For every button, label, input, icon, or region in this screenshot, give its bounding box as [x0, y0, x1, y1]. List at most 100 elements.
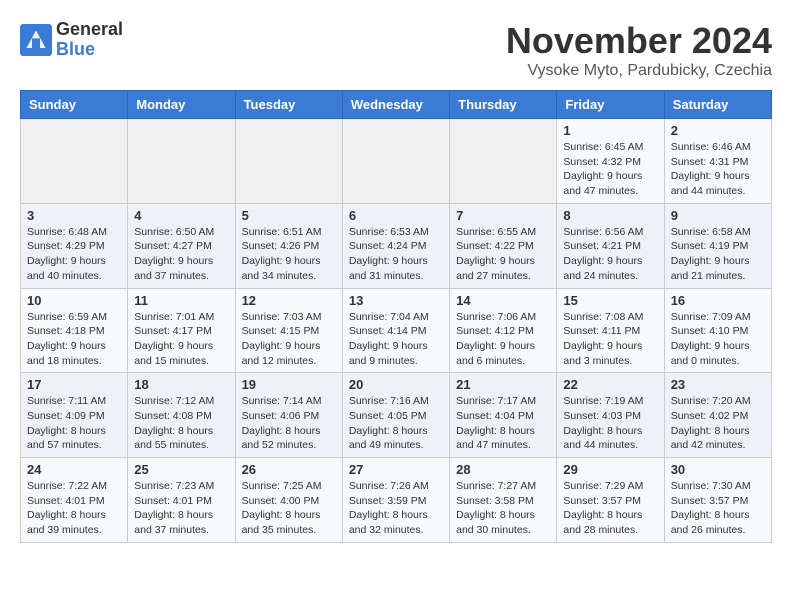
day-number: 30	[671, 462, 765, 477]
day-number: 19	[242, 377, 336, 392]
calendar-day-cell: 8 Sunrise: 6:56 AM Sunset: 4:21 PM Daylig…	[557, 203, 664, 288]
calendar-day-cell: 17 Sunrise: 7:11 AM Sunset: 4:09 PM Dayli…	[21, 373, 128, 458]
day-info: Sunrise: 7:04 AM Sunset: 4:14 PM Dayligh…	[349, 310, 443, 369]
calendar-day-cell: 2 Sunrise: 6:46 AM Sunset: 4:31 PM Daylig…	[664, 119, 771, 204]
calendar-week-row: 24 Sunrise: 7:22 AM Sunset: 4:01 PM Dayli…	[21, 458, 772, 543]
calendar-day-cell: 27 Sunrise: 7:26 AM Sunset: 3:59 PM Dayli…	[342, 458, 449, 543]
calendar-day-cell	[128, 119, 235, 204]
calendar-day-cell: 18Sunrise: 7:12 AM Sunset: 4:08 PM Dayli…	[128, 373, 235, 458]
day-number: 11	[134, 293, 228, 308]
calendar-day-cell: 13 Sunrise: 7:04 AM Sunset: 4:14 PM Dayli…	[342, 288, 449, 373]
calendar-day-cell: 5Sunrise: 6:51 AM Sunset: 4:26 PM Daylig…	[235, 203, 342, 288]
day-number: 1	[563, 123, 657, 138]
day-number: 4	[134, 208, 228, 223]
day-number: 23	[671, 377, 765, 392]
day-info: Sunrise: 7:23 AM Sunset: 4:01 PM Dayligh…	[134, 479, 228, 538]
calendar-table: SundayMondayTuesdayWednesdayThursdayFrid…	[20, 90, 772, 543]
day-number: 17	[27, 377, 121, 392]
day-info: Sunrise: 6:45 AM Sunset: 4:32 PM Dayligh…	[563, 140, 657, 199]
day-number: 26	[242, 462, 336, 477]
day-info: Sunrise: 7:29 AM Sunset: 3:57 PM Dayligh…	[563, 479, 657, 538]
calendar-day-cell: 25Sunrise: 7:23 AM Sunset: 4:01 PM Dayli…	[128, 458, 235, 543]
calendar-day-cell	[450, 119, 557, 204]
day-info: Sunrise: 7:27 AM Sunset: 3:58 PM Dayligh…	[456, 479, 550, 538]
location-subtitle: Vysoke Myto, Pardubicky, Czechia	[506, 62, 772, 80]
day-info: Sunrise: 7:25 AM Sunset: 4:00 PM Dayligh…	[242, 479, 336, 538]
calendar-day-cell: 1 Sunrise: 6:45 AM Sunset: 4:32 PM Daylig…	[557, 119, 664, 204]
calendar-header-thursday: Thursday	[450, 91, 557, 119]
calendar-header-tuesday: Tuesday	[235, 91, 342, 119]
day-number: 7	[456, 208, 550, 223]
calendar-header-sunday: Sunday	[21, 91, 128, 119]
day-number: 2	[671, 123, 765, 138]
calendar-day-cell: 24 Sunrise: 7:22 AM Sunset: 4:01 PM Dayli…	[21, 458, 128, 543]
calendar-body: 1 Sunrise: 6:45 AM Sunset: 4:32 PM Daylig…	[21, 119, 772, 543]
day-number: 28	[456, 462, 550, 477]
day-info: Sunrise: 6:53 AM Sunset: 4:24 PM Dayligh…	[349, 225, 443, 284]
calendar-day-cell: 10 Sunrise: 6:59 AM Sunset: 4:18 PM Dayli…	[21, 288, 128, 373]
logo-text: General Blue	[56, 20, 123, 60]
day-number: 20	[349, 377, 443, 392]
calendar-day-cell	[21, 119, 128, 204]
calendar-day-cell: 6 Sunrise: 6:53 AM Sunset: 4:24 PM Daylig…	[342, 203, 449, 288]
calendar-day-cell: 20Sunrise: 7:16 AM Sunset: 4:05 PM Dayli…	[342, 373, 449, 458]
day-number: 13	[349, 293, 443, 308]
day-info: Sunrise: 7:22 AM Sunset: 4:01 PM Dayligh…	[27, 479, 121, 538]
calendar-day-cell: 3 Sunrise: 6:48 AM Sunset: 4:29 PM Daylig…	[21, 203, 128, 288]
day-number: 14	[456, 293, 550, 308]
calendar-header-wednesday: Wednesday	[342, 91, 449, 119]
day-info: Sunrise: 7:14 AM Sunset: 4:06 PM Dayligh…	[242, 394, 336, 453]
day-number: 21	[456, 377, 550, 392]
calendar-day-cell: 22 Sunrise: 7:19 AM Sunset: 4:03 PM Dayli…	[557, 373, 664, 458]
day-number: 16	[671, 293, 765, 308]
calendar-header-friday: Friday	[557, 91, 664, 119]
calendar-day-cell: 21 Sunrise: 7:17 AM Sunset: 4:04 PM Dayli…	[450, 373, 557, 458]
calendar-day-cell: 29Sunrise: 7:29 AM Sunset: 3:57 PM Dayli…	[557, 458, 664, 543]
day-number: 18	[134, 377, 228, 392]
calendar-day-cell	[342, 119, 449, 204]
calendar-week-row: 17 Sunrise: 7:11 AM Sunset: 4:09 PM Dayli…	[21, 373, 772, 458]
calendar-week-row: 3 Sunrise: 6:48 AM Sunset: 4:29 PM Daylig…	[21, 203, 772, 288]
calendar-day-cell: 26 Sunrise: 7:25 AM Sunset: 4:00 PM Dayli…	[235, 458, 342, 543]
logo: General Blue	[20, 20, 123, 60]
day-info: Sunrise: 7:03 AM Sunset: 4:15 PM Dayligh…	[242, 310, 336, 369]
day-info: Sunrise: 7:17 AM Sunset: 4:04 PM Dayligh…	[456, 394, 550, 453]
day-info: Sunrise: 6:56 AM Sunset: 4:21 PM Dayligh…	[563, 225, 657, 284]
calendar-day-cell: 14 Sunrise: 7:06 AM Sunset: 4:12 PM Dayli…	[450, 288, 557, 373]
calendar-day-cell	[235, 119, 342, 204]
day-number: 15	[563, 293, 657, 308]
calendar-header-row: SundayMondayTuesdayWednesdayThursdayFrid…	[21, 91, 772, 119]
day-info: Sunrise: 7:20 AM Sunset: 4:02 PM Dayligh…	[671, 394, 765, 453]
day-number: 3	[27, 208, 121, 223]
day-info: Sunrise: 7:06 AM Sunset: 4:12 PM Dayligh…	[456, 310, 550, 369]
day-info: Sunrise: 7:11 AM Sunset: 4:09 PM Dayligh…	[27, 394, 121, 453]
day-info: Sunrise: 6:59 AM Sunset: 4:18 PM Dayligh…	[27, 310, 121, 369]
day-info: Sunrise: 7:19 AM Sunset: 4:03 PM Dayligh…	[563, 394, 657, 453]
title-block: November 2024 Vysoke Myto, Pardubicky, C…	[506, 20, 772, 80]
day-info: Sunrise: 6:58 AM Sunset: 4:19 PM Dayligh…	[671, 225, 765, 284]
day-number: 6	[349, 208, 443, 223]
day-info: Sunrise: 7:26 AM Sunset: 3:59 PM Dayligh…	[349, 479, 443, 538]
day-number: 27	[349, 462, 443, 477]
calendar-header-saturday: Saturday	[664, 91, 771, 119]
day-number: 8	[563, 208, 657, 223]
logo-line2: Blue	[56, 40, 123, 60]
calendar-day-cell: 4Sunrise: 6:50 AM Sunset: 4:27 PM Daylig…	[128, 203, 235, 288]
logo-line1: General	[56, 20, 123, 40]
day-number: 12	[242, 293, 336, 308]
day-info: Sunrise: 7:08 AM Sunset: 4:11 PM Dayligh…	[563, 310, 657, 369]
day-number: 22	[563, 377, 657, 392]
calendar-day-cell: 15 Sunrise: 7:08 AM Sunset: 4:11 PM Dayli…	[557, 288, 664, 373]
day-number: 24	[27, 462, 121, 477]
day-number: 10	[27, 293, 121, 308]
day-info: Sunrise: 6:46 AM Sunset: 4:31 PM Dayligh…	[671, 140, 765, 199]
day-info: Sunrise: 6:48 AM Sunset: 4:29 PM Dayligh…	[27, 225, 121, 284]
calendar-header-monday: Monday	[128, 91, 235, 119]
day-info: Sunrise: 7:09 AM Sunset: 4:10 PM Dayligh…	[671, 310, 765, 369]
calendar-day-cell: 12 Sunrise: 7:03 AM Sunset: 4:15 PM Dayli…	[235, 288, 342, 373]
logo-icon	[20, 24, 52, 56]
calendar-day-cell: 16 Sunrise: 7:09 AM Sunset: 4:10 PM Dayli…	[664, 288, 771, 373]
calendar-week-row: 1 Sunrise: 6:45 AM Sunset: 4:32 PM Daylig…	[21, 119, 772, 204]
calendar-day-cell: 9Sunrise: 6:58 AM Sunset: 4:19 PM Daylig…	[664, 203, 771, 288]
day-info: Sunrise: 7:30 AM Sunset: 3:57 PM Dayligh…	[671, 479, 765, 538]
